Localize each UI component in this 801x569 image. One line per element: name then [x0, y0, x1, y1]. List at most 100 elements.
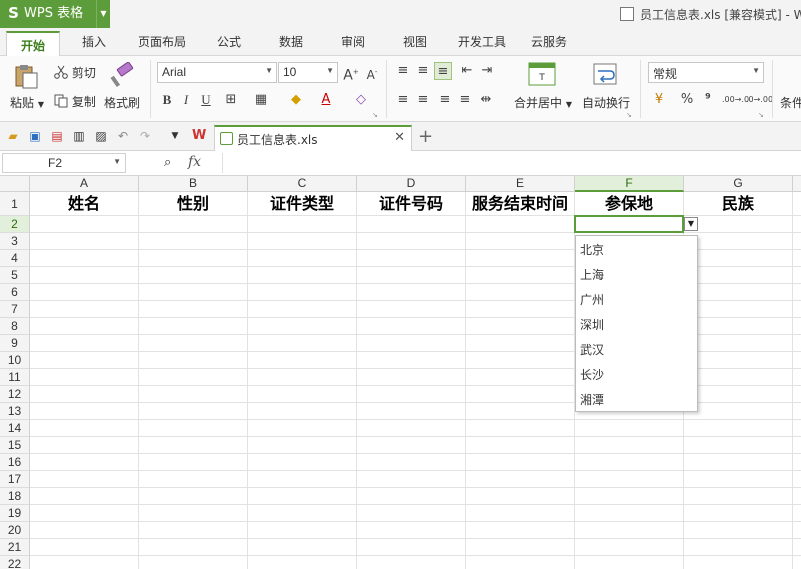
table-cell[interactable] — [793, 216, 801, 233]
table-cell[interactable] — [793, 505, 801, 522]
table-cell[interactable] — [684, 267, 793, 284]
table-cell[interactable] — [30, 471, 139, 488]
table-cell[interactable] — [357, 420, 466, 437]
table-cell[interactable] — [684, 386, 793, 403]
table-cell[interactable] — [248, 267, 357, 284]
table-cell[interactable] — [793, 522, 801, 539]
table-cell[interactable] — [357, 301, 466, 318]
dropdown-option[interactable]: 湘潭 — [580, 391, 604, 408]
header-cell[interactable]: 参保地 — [575, 192, 684, 216]
fill-color-icon[interactable]: ◆ — [287, 91, 305, 109]
italic-icon[interactable]: I — [177, 91, 195, 109]
table-cell[interactable] — [793, 471, 801, 488]
app-menu-button[interactable]: S WPS 表格 ▼ — [0, 0, 110, 28]
chevron-down-icon[interactable]: ▼ — [684, 217, 698, 231]
row-header[interactable]: 2 — [0, 216, 30, 233]
column-header-a[interactable]: A — [30, 176, 139, 192]
clear-format-icon[interactable]: ◇ — [352, 91, 370, 109]
currency-icon[interactable]: ¥ — [650, 91, 668, 109]
table-cell[interactable] — [248, 471, 357, 488]
table-cell[interactable] — [684, 301, 793, 318]
tab-view[interactable]: 视图 — [403, 33, 427, 50]
font-size-select[interactable]: 10 ▼ — [278, 62, 338, 83]
merge-center-button[interactable]: 合并居中 ▼ — [514, 94, 572, 111]
table-cell[interactable] — [684, 335, 793, 352]
table-cell[interactable] — [30, 454, 139, 471]
row-header[interactable]: 9 — [0, 335, 30, 352]
increase-decimal-button[interactable]: .00→.0 — [722, 91, 749, 109]
chevron-down-icon[interactable]: ▼ — [168, 129, 182, 143]
align-center-icon[interactable]: ≡ — [414, 91, 432, 109]
table-cell[interactable] — [466, 488, 575, 505]
table-cell[interactable] — [793, 488, 801, 505]
table-cell[interactable] — [30, 284, 139, 301]
table-cell[interactable] — [466, 352, 575, 369]
table-cell[interactable] — [30, 505, 139, 522]
column-header-d[interactable]: D — [357, 176, 466, 192]
table-cell[interactable] — [248, 454, 357, 471]
table-cell[interactable] — [357, 284, 466, 301]
dropdown-option[interactable]: 深圳 — [580, 316, 604, 333]
table-cell[interactable] — [357, 539, 466, 556]
row-header[interactable]: 15 — [0, 437, 30, 454]
formula-input[interactable] — [222, 153, 799, 173]
table-cell[interactable] — [357, 454, 466, 471]
tab-cloud-service[interactable]: 云服务 — [531, 33, 567, 50]
table-cell[interactable] — [30, 267, 139, 284]
table-cell[interactable] — [684, 454, 793, 471]
table-cell[interactable] — [30, 233, 139, 250]
table-cell[interactable] — [30, 352, 139, 369]
table-cell[interactable] — [793, 233, 801, 250]
font-name-select[interactable]: Arial ▼ — [157, 62, 277, 83]
table-cell[interactable] — [30, 539, 139, 556]
table-cell[interactable] — [357, 488, 466, 505]
table-cell[interactable] — [139, 216, 248, 233]
tab-developer[interactable]: 开发工具 — [458, 33, 506, 50]
row-header[interactable]: 19 — [0, 505, 30, 522]
table-cell[interactable] — [684, 352, 793, 369]
table-cell[interactable] — [30, 318, 139, 335]
validation-dropdown-list[interactable]: 北京 上海 广州 深圳 武汉 长沙 湘潭 — [575, 235, 698, 412]
table-cell[interactable] — [139, 488, 248, 505]
indent-decrease-icon[interactable]: ⇤ — [458, 62, 476, 80]
active-cell-highlight[interactable] — [574, 215, 684, 233]
table-cell[interactable] — [357, 556, 466, 569]
font-group-launcher-icon[interactable]: ↘ — [372, 111, 378, 119]
table-cell[interactable] — [248, 539, 357, 556]
select-all-corner[interactable] — [0, 176, 30, 192]
justify-icon[interactable]: ≡ — [456, 91, 474, 109]
table-cell[interactable] — [357, 403, 466, 420]
row-header[interactable]: 22 — [0, 556, 30, 569]
wrap-text-button[interactable]: 自动换行 — [582, 94, 630, 111]
font-grow-icon[interactable]: A+ — [342, 63, 360, 84]
table-cell[interactable] — [575, 539, 684, 556]
table-cell[interactable] — [466, 369, 575, 386]
row-header[interactable]: 12 — [0, 386, 30, 403]
table-cell[interactable] — [30, 369, 139, 386]
table-cell[interactable] — [793, 437, 801, 454]
dropdown-option[interactable]: 上海 — [580, 266, 604, 283]
table-cell[interactable] — [30, 556, 139, 569]
column-header-next[interactable] — [793, 176, 801, 192]
table-cell[interactable] — [357, 352, 466, 369]
table-cell[interactable] — [139, 505, 248, 522]
table-cell[interactable] — [793, 335, 801, 352]
table-cell[interactable] — [139, 420, 248, 437]
header-cell[interactable]: 证件号码 — [357, 192, 466, 216]
table-cell[interactable] — [684, 318, 793, 335]
table-cell[interactable] — [793, 318, 801, 335]
row-header[interactable]: 3 — [0, 233, 30, 250]
table-cell[interactable] — [248, 301, 357, 318]
redo-icon[interactable]: ↷ — [138, 129, 152, 143]
table-cell[interactable] — [466, 386, 575, 403]
table-cell[interactable] — [139, 352, 248, 369]
table-cell[interactable] — [466, 250, 575, 267]
table-cell[interactable] — [575, 471, 684, 488]
table-cell[interactable] — [575, 522, 684, 539]
table-cell[interactable] — [248, 488, 357, 505]
table-cell[interactable] — [466, 216, 575, 233]
header-cell[interactable]: 姓名 — [30, 192, 139, 216]
table-cell[interactable] — [575, 556, 684, 569]
table-cell[interactable] — [684, 403, 793, 420]
table-cell[interactable] — [139, 437, 248, 454]
